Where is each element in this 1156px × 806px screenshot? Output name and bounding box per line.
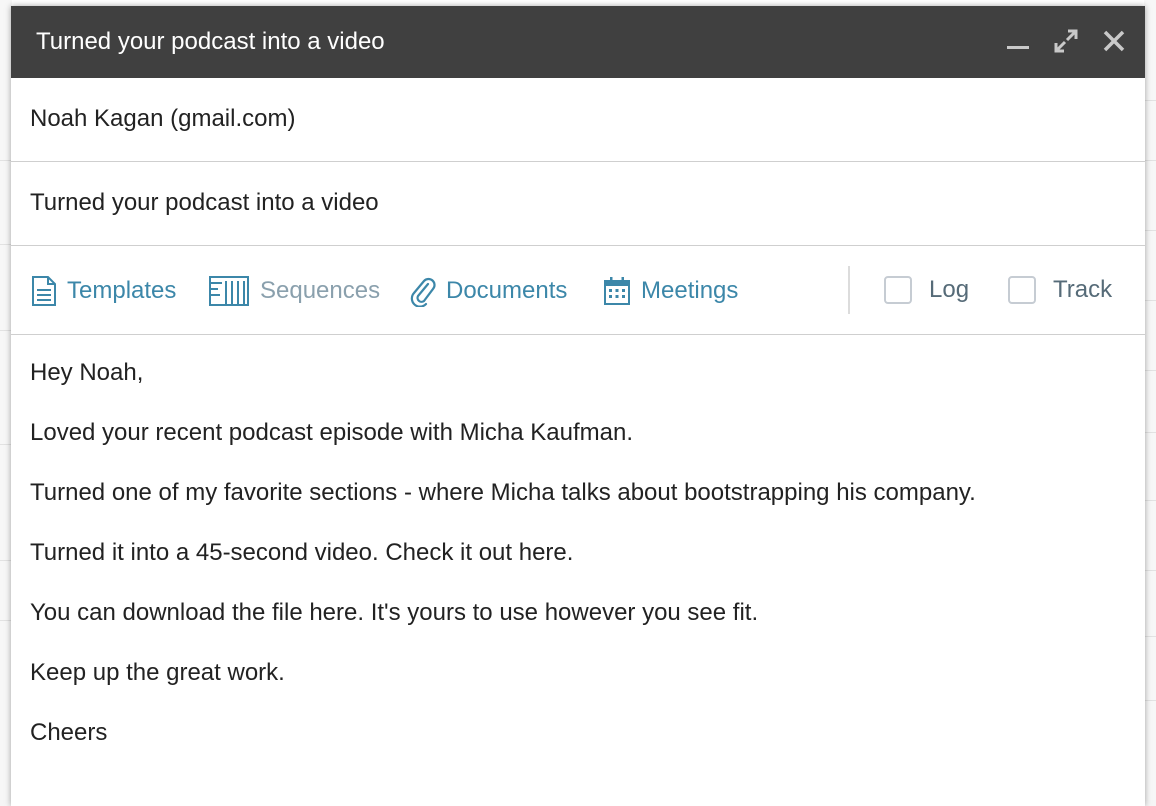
bg-row-divider xyxy=(1144,700,1156,701)
bg-row-divider xyxy=(1144,636,1156,637)
to-field-value: Noah Kagan (gmail.com) xyxy=(30,105,296,132)
bg-row-divider xyxy=(1144,432,1156,433)
sequences-label: Sequences xyxy=(260,277,381,304)
body-line: Keep up the great work. xyxy=(30,659,285,686)
bg-row-divider xyxy=(1144,160,1156,161)
to-field[interactable]: Noah Kagan (gmail.com) xyxy=(11,78,1145,162)
templates-label: Templates xyxy=(67,277,177,304)
calendar-icon xyxy=(604,277,630,305)
track-label: Track xyxy=(1053,276,1113,303)
body-line: Hey Noah, xyxy=(30,359,144,386)
body-line: Cheers xyxy=(30,719,108,746)
bg-row-divider xyxy=(1144,300,1156,301)
compose-toolbar: Templates Sequences Documents Meetings L… xyxy=(11,246,1145,335)
sequences-button[interactable]: Sequences xyxy=(208,275,380,307)
bg-row-divider xyxy=(1144,230,1156,231)
compose-titlebar[interactable]: Turned your podcast into a video xyxy=(11,6,1145,78)
log-toggle[interactable]: Log xyxy=(884,272,969,308)
expand-icon[interactable] xyxy=(1053,28,1079,54)
bg-row-divider xyxy=(1144,100,1156,101)
meetings-button[interactable]: Meetings xyxy=(603,275,738,307)
subject-field[interactable]: Turned your podcast into a video xyxy=(11,162,1145,246)
track-toggle[interactable]: Track xyxy=(1008,272,1112,308)
compose-window: Turned your podcast into a video Noah Ka… xyxy=(11,6,1145,806)
body-line: Loved your recent podcast episode with M… xyxy=(30,419,634,446)
bg-row-divider xyxy=(1144,570,1156,571)
body-line: Turned one of my favorite sections - whe… xyxy=(30,479,976,506)
minimize-icon[interactable] xyxy=(1005,28,1031,54)
documents-button[interactable]: Documents xyxy=(410,275,567,307)
compose-title: Turned your podcast into a video xyxy=(36,28,385,55)
body-line: Turned it into a 45-second video. Check … xyxy=(30,539,574,566)
document-icon xyxy=(32,276,56,306)
background-inbox-right xyxy=(1144,0,1156,800)
bg-row-divider xyxy=(1144,370,1156,371)
bg-row-divider xyxy=(1144,500,1156,501)
templates-button[interactable]: Templates xyxy=(31,275,176,307)
paperclip-icon xyxy=(410,277,436,307)
documents-label: Documents xyxy=(446,277,568,304)
body-line: You can download the file here. It's you… xyxy=(30,599,759,626)
log-label: Log xyxy=(929,276,970,303)
toolbar-divider xyxy=(848,266,850,314)
track-checkbox[interactable] xyxy=(1008,276,1036,304)
meetings-label: Meetings xyxy=(641,277,739,304)
sequences-icon xyxy=(209,276,249,306)
subject-field-value: Turned your podcast into a video xyxy=(30,189,379,216)
log-checkbox[interactable] xyxy=(884,276,912,304)
close-icon[interactable] xyxy=(1101,28,1127,54)
